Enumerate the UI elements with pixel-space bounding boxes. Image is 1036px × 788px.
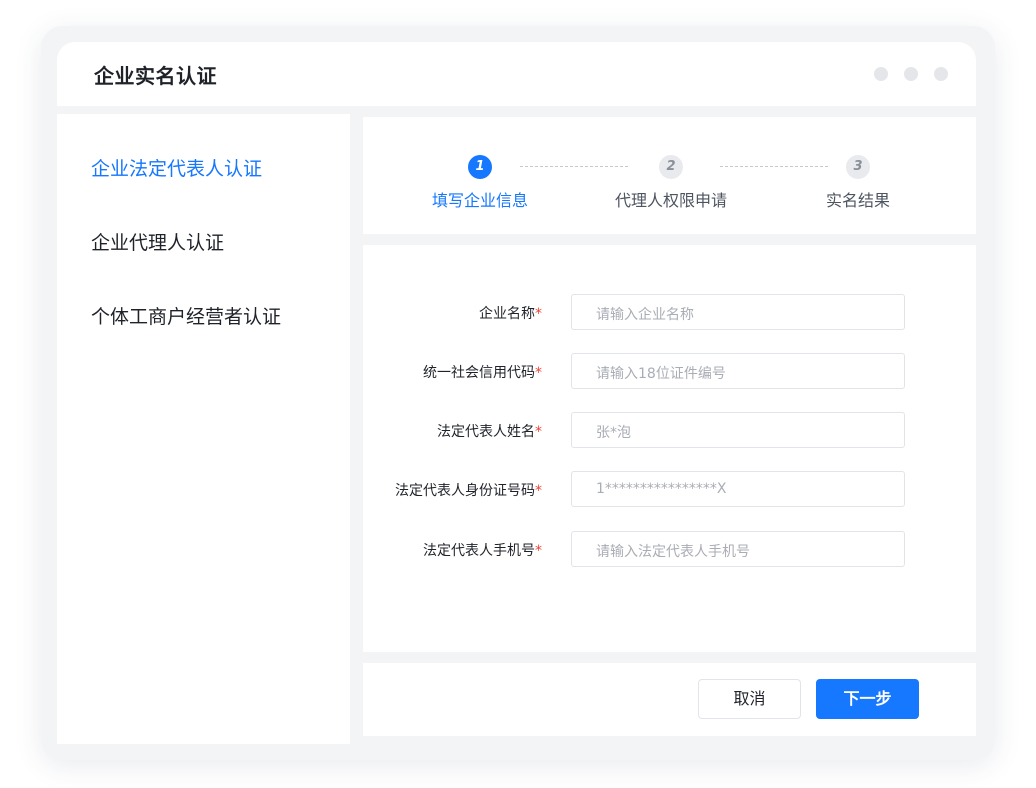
field-label: 法定代表人姓名* [437,424,542,440]
form-row-id-number: 法定代表人身份证号码* 1****************X [363,471,976,507]
form-row-credit-code: 统一社会信用代码* 请输入18位证件编号 [363,353,976,389]
required-mark: * [535,543,542,559]
field-label: 统一社会信用代码* [423,365,542,381]
step-number: 1 [468,155,492,179]
company-name-input[interactable]: 请输入企业名称 [571,294,905,330]
step-3: 3 实名结果 [783,155,933,211]
step-2: 2 代理人权限申请 [596,155,746,211]
step-label: 代理人权限申请 [614,191,727,210]
step-label: 实名结果 [825,191,890,210]
input-placeholder: 1****************X [596,481,727,497]
required-mark: * [535,424,542,440]
field-label: 法定代表人手机号* [423,543,542,559]
step-number: 3 [846,155,870,179]
form-row-phone: 法定代表人手机号* 请输入法定代表人手机号 [363,531,976,567]
form-row-representative-name: 法定代表人姓名* 张*泡 [363,412,976,448]
sidebar: 企业法定代表人认证 企业代理人认证 个体工商户经营者认证 [57,114,350,744]
input-placeholder: 张*泡 [596,425,631,441]
field-label: 企业名称* [479,306,542,322]
phone-input[interactable]: 请输入法定代表人手机号 [571,531,905,567]
sidebar-item-legal-representative[interactable]: 企业法定代表人认证 [91,154,262,181]
cancel-button[interactable]: 取消 [698,679,801,719]
next-step-button[interactable]: 下一步 [816,679,919,719]
input-placeholder: 请输入企业名称 [596,307,694,323]
window-dot-1-icon[interactable] [874,67,888,81]
steps-panel: 1 填写企业信息 2 代理人权限申请 3 实名结果 [363,117,976,234]
title-bar: 企业实名认证 [57,42,976,106]
step-number: 2 [659,155,683,179]
step-label: 填写企业信息 [431,191,528,210]
form-row-company-name: 企业名称* 请输入企业名称 [363,294,976,330]
credit-code-input[interactable]: 请输入18位证件编号 [571,353,905,389]
window-dot-2-icon[interactable] [904,67,918,81]
form-panel: 企业名称* 请输入企业名称 统一社会信用代码* 请输入18位证件编号 法定代表人… [363,245,976,652]
field-label: 法定代表人身份证号码* [395,483,542,499]
input-placeholder: 请输入18位证件编号 [596,366,726,382]
input-placeholder: 请输入法定代表人手机号 [596,544,750,560]
step-1: 1 填写企业信息 [405,155,555,211]
sidebar-item-agent[interactable]: 企业代理人认证 [91,228,224,255]
representative-name-input[interactable]: 张*泡 [571,412,905,448]
sidebar-item-individual-business[interactable]: 个体工商户经营者认证 [91,302,281,329]
required-mark: * [535,306,542,322]
window-dot-3-icon[interactable] [934,67,948,81]
footer-panel: 取消 下一步 [363,663,976,736]
window-title: 企业实名认证 [94,64,217,88]
window-controls [874,67,948,81]
id-number-input[interactable]: 1****************X [571,471,905,507]
required-mark: * [535,365,542,381]
required-mark: * [535,483,542,499]
